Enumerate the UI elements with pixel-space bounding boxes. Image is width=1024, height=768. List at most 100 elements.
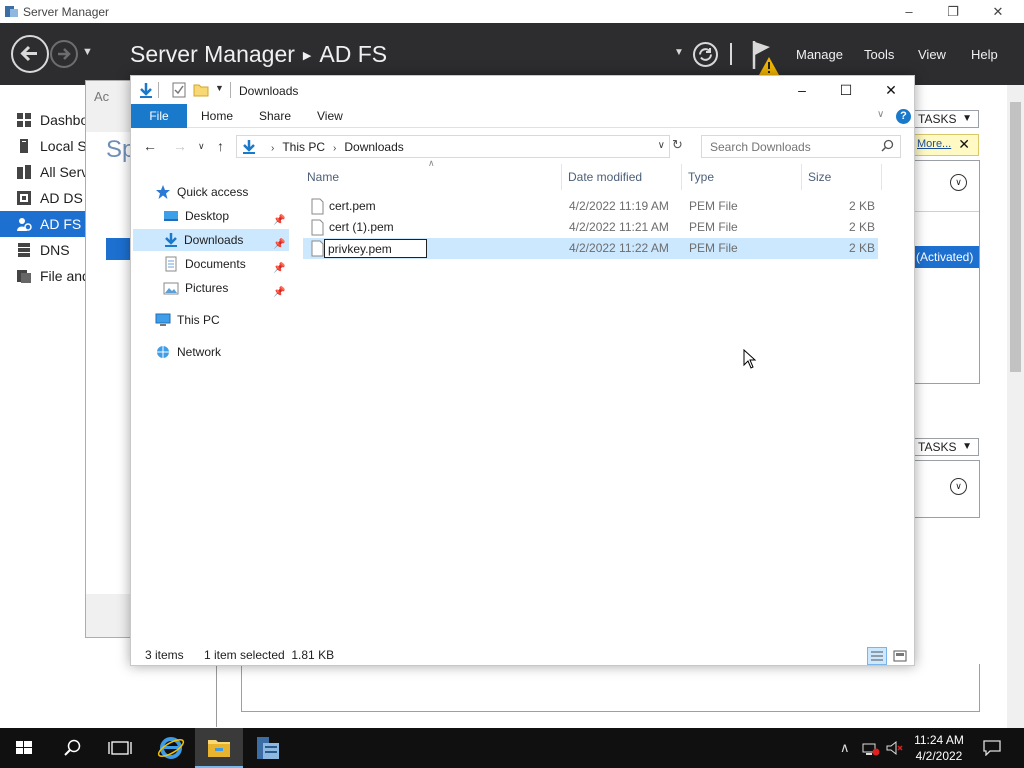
column-header-size[interactable]: Size	[802, 164, 882, 190]
file-name: cert.pem	[329, 199, 376, 213]
nav-label: Quick access	[177, 185, 249, 199]
file-row[interactable]: cert.pem 4/2/2022 11:19 AM PEM File 2 KB	[303, 196, 878, 217]
tab-home[interactable]: Home	[201, 104, 233, 128]
customize-qat-icon[interactable]: ▼	[215, 83, 224, 93]
file-explorer-icon	[208, 740, 230, 757]
sidebar-item-all-servers[interactable]: All Servers	[0, 159, 86, 185]
show-hidden-icons-icon[interactable]: ∧	[840, 740, 850, 756]
pin-icon[interactable]: 📌	[273, 258, 285, 274]
background-dialog: Ac Sp	[85, 80, 135, 638]
help-icon[interactable]: ?	[896, 109, 911, 124]
up-button[interactable]: ↑	[217, 138, 224, 154]
status-bar: 3 items 1 item selected 1.81 KB	[131, 644, 914, 666]
close-button[interactable]: ✕	[983, 2, 1013, 22]
breadcrumb-current: AD FS	[319, 41, 388, 67]
tab-file[interactable]: File	[131, 104, 187, 128]
minimize-button[interactable]: –	[894, 2, 924, 22]
nav-pictures[interactable]: Pictures 📌	[163, 277, 289, 299]
properties-check-icon[interactable]	[171, 82, 187, 98]
address-bar[interactable]: › This PC › Downloads ∨	[236, 135, 670, 158]
large-icons-view-icon[interactable]	[890, 647, 910, 665]
file-explorer-button[interactable]	[195, 728, 243, 768]
notifications-flag-icon[interactable]	[748, 37, 782, 77]
tasks-dropdown-top[interactable]: TASKS ▼	[914, 110, 979, 128]
address-dropdown-icon[interactable]: ∨	[658, 140, 665, 151]
nav-quick-access[interactable]: Quick access	[155, 181, 295, 203]
file-type: PEM File	[689, 220, 738, 234]
pin-icon[interactable]: 📌	[273, 234, 285, 250]
sidebar-item-local-server[interactable]: Local Server	[0, 133, 86, 159]
refresh-button[interactable]	[693, 42, 718, 67]
file-row-selected[interactable]: 4/2/2022 11:22 AM PEM File 2 KB	[303, 238, 878, 259]
tasks-dropdown-bottom[interactable]: TASKS ▼	[914, 438, 979, 456]
header-separator	[730, 43, 732, 65]
menu-manage[interactable]: Manage	[796, 47, 843, 62]
refresh-dropdown-icon[interactable]: ▼	[674, 47, 684, 58]
refresh-icon[interactable]: ↻	[672, 137, 686, 152]
menu-view[interactable]: View	[918, 47, 946, 62]
close-icon[interactable]: ✕	[958, 136, 970, 153]
sidebar-item-ad-ds[interactable]: AD DS	[0, 185, 86, 211]
scrollbar-thumb[interactable]	[1010, 102, 1021, 372]
server-manager-button[interactable]	[243, 728, 291, 768]
search-input[interactable]	[702, 136, 877, 157]
back-button[interactable]	[11, 35, 49, 73]
pin-icon[interactable]: 📌	[273, 282, 285, 298]
task-view-button[interactable]	[96, 728, 144, 768]
close-button[interactable]: ✕	[868, 76, 914, 104]
sidebar-item-label: Dashboard	[40, 112, 86, 128]
internet-explorer-button[interactable]	[147, 728, 195, 768]
rename-input[interactable]	[324, 239, 427, 258]
column-header-name[interactable]: Name	[301, 164, 562, 190]
more-link[interactable]: More...	[917, 138, 951, 150]
pin-icon[interactable]: 📌	[273, 210, 285, 226]
nav-network[interactable]: Network	[155, 341, 285, 363]
minimize-button[interactable]: –	[779, 76, 825, 104]
sidebar-item-dns[interactable]: DNS	[0, 237, 86, 263]
breadcrumb-downloads[interactable]: Downloads	[344, 140, 403, 154]
network-status-icon[interactable]	[862, 740, 880, 756]
dialog-step-active	[106, 238, 133, 260]
sidebar-item-file-storage[interactable]: File and Storage Services	[0, 263, 86, 289]
details-view-icon[interactable]	[867, 647, 887, 665]
start-button[interactable]	[0, 728, 48, 768]
back-button[interactable]: ←	[143, 138, 157, 154]
nav-desktop[interactable]: Desktop 📌	[163, 205, 289, 227]
volume-muted-icon[interactable]	[885, 740, 905, 756]
tab-share[interactable]: Share	[259, 104, 291, 128]
search-button[interactable]	[48, 728, 96, 768]
breadcrumb-this-pc[interactable]: This PC	[282, 140, 325, 154]
history-dropdown-icon[interactable]: ▼	[82, 46, 93, 58]
vertical-scrollbar[interactable]	[1007, 85, 1024, 728]
sidebar-item-ad-fs[interactable]: AD FS	[0, 211, 86, 237]
mouse-cursor-icon	[743, 349, 757, 369]
restore-button[interactable]: ❐	[938, 2, 968, 22]
menu-tools[interactable]: Tools	[864, 47, 894, 62]
file-list: ∧ Name Date modified Type Size cert.pem …	[301, 158, 913, 644]
nav-documents[interactable]: Documents 📌	[163, 253, 289, 275]
menu-help[interactable]: Help	[971, 47, 998, 62]
action-center-icon[interactable]	[983, 740, 1001, 756]
new-folder-icon[interactable]	[193, 82, 209, 98]
sidebar-item-dashboard[interactable]: Dashboard	[0, 107, 86, 133]
expand-chevron-icon[interactable]: ∨	[950, 478, 967, 495]
expand-ribbon-icon[interactable]: ∨	[877, 109, 884, 120]
forward-button[interactable]	[50, 40, 78, 68]
column-header-type[interactable]: Type	[682, 164, 802, 190]
clock-time: 11:24 AM	[914, 733, 964, 747]
recent-locations-icon[interactable]: ∨	[198, 141, 205, 152]
system-clock[interactable]: 11:24 AM 4/2/2022	[908, 732, 970, 764]
file-row[interactable]: cert (1).pem 4/2/2022 11:21 AM PEM File …	[303, 217, 878, 238]
nav-this-pc[interactable]: This PC	[155, 309, 285, 331]
forward-button[interactable]: →	[173, 138, 187, 154]
address-breadcrumb: › This PC › Downloads	[263, 140, 404, 154]
expand-chevron-icon[interactable]: ∨	[950, 174, 967, 191]
nav-downloads[interactable]: Downloads 📌	[133, 229, 289, 251]
maximize-button[interactable]: ☐	[823, 76, 869, 104]
search-box[interactable]	[701, 135, 901, 158]
local-server-icon	[20, 139, 28, 153]
breadcrumb-separator-icon: ›	[333, 143, 337, 154]
clock-date: 4/2/2022	[915, 749, 963, 763]
column-header-date[interactable]: Date modified	[562, 164, 682, 190]
tab-view[interactable]: View	[317, 104, 343, 128]
